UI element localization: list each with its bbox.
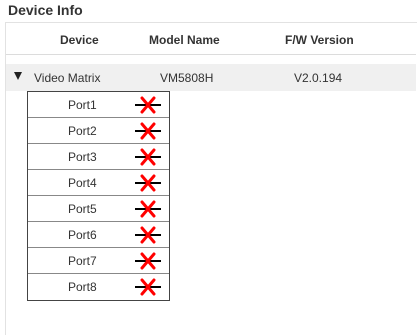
port-row: Port7 — [28, 248, 169, 274]
port-row: Port5 — [28, 196, 169, 222]
disconnected-x-icon — [135, 252, 161, 270]
disconnected-x-icon — [135, 174, 161, 192]
port-label: Port3 — [68, 150, 97, 164]
port-label: Port6 — [68, 228, 97, 242]
port-row: Port2 — [28, 118, 169, 144]
section-title: Device Info — [8, 2, 83, 18]
port-label: Port1 — [68, 98, 97, 112]
port-row: Port1 — [28, 92, 169, 118]
port-row: Port6 — [28, 222, 169, 248]
header-model-name: Model Name — [149, 33, 220, 47]
device-info-panel: Device Model Name F/W Version Video Matr… — [5, 22, 417, 335]
disconnected-x-icon — [135, 226, 161, 244]
port-label: Port4 — [68, 176, 97, 190]
device-fw-version: V2.0.194 — [294, 71, 343, 85]
port-label: Port5 — [68, 202, 97, 216]
header-fw-version: F/W Version — [285, 33, 354, 47]
disconnected-x-icon — [135, 200, 161, 218]
port-label: Port7 — [68, 254, 97, 268]
device-name: Video Matrix — [34, 71, 101, 85]
device-model: VM5808H — [160, 71, 214, 85]
disconnected-x-icon — [135, 278, 161, 296]
port-label: Port2 — [68, 124, 97, 138]
port-row: Port8 — [28, 274, 169, 300]
disconnected-x-icon — [135, 122, 161, 140]
device-row-video-matrix[interactable]: Video Matrix VM5808H V2.0.194 — [6, 64, 416, 91]
port-row: Port3 — [28, 144, 169, 170]
triangle-down-icon[interactable] — [14, 72, 22, 80]
disconnected-x-icon — [135, 96, 161, 114]
header-device: Device — [60, 33, 99, 47]
port-row: Port4 — [28, 170, 169, 196]
port-label: Port8 — [68, 280, 97, 294]
disconnected-x-icon — [135, 148, 161, 166]
table-header: Device Model Name F/W Version — [6, 23, 416, 55]
port-list: Port1 Port2 Port3 Port4 Port5 Port6 Port7 Port8 — [27, 91, 170, 301]
